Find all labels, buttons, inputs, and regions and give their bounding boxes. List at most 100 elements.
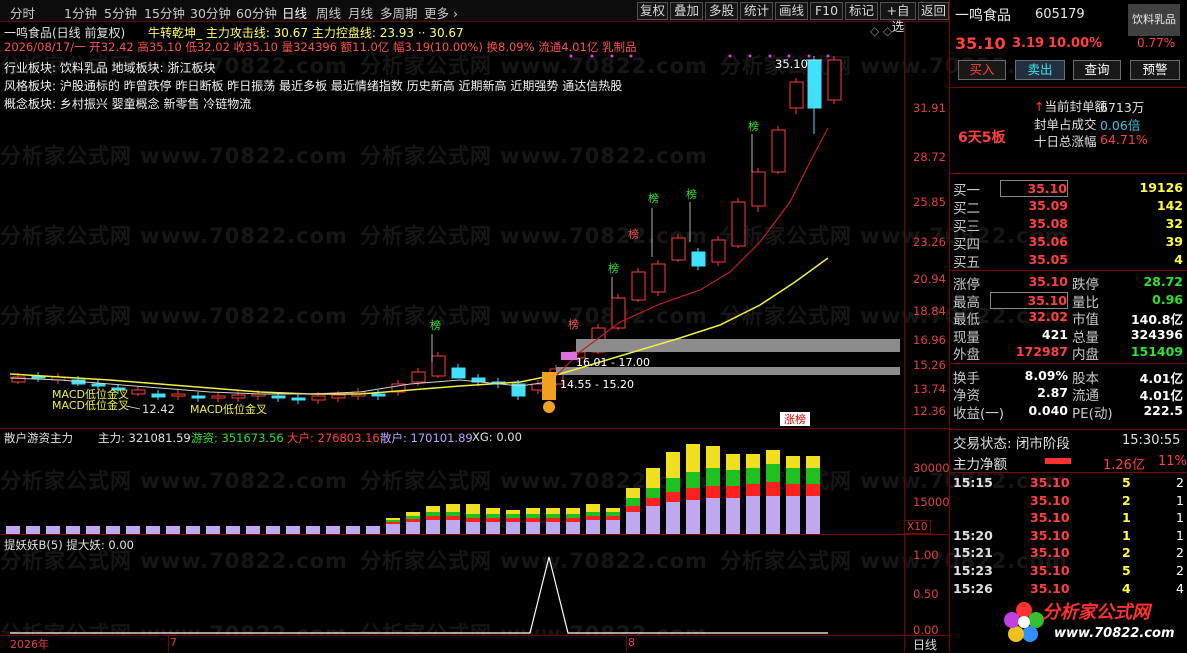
money-flow-bar xyxy=(406,519,420,522)
overlay-button[interactable]: 叠加 xyxy=(670,2,703,20)
period-tab[interactable]: 月线 xyxy=(348,3,373,22)
money-flow-bar xyxy=(26,526,40,534)
tyy-y-tick: 0.50 xyxy=(913,587,939,601)
money-flow-bar xyxy=(626,488,640,498)
candle-body xyxy=(411,371,426,383)
bid-price[interactable]: 35.06 xyxy=(1000,234,1068,249)
fuquan-button[interactable]: 复权 xyxy=(637,2,668,20)
period-tab[interactable]: 周线 xyxy=(316,3,341,22)
tick-volume: 2 xyxy=(1122,492,1131,508)
money-flow-bar xyxy=(366,526,380,534)
y-tick: 31.91 xyxy=(913,101,946,115)
candle-body xyxy=(291,397,306,401)
y-tick: 25.85 xyxy=(913,195,946,209)
buy-button[interactable]: 买入 xyxy=(958,60,1006,80)
flower-logo-icon xyxy=(1004,602,1044,642)
breakout-badge-icon xyxy=(543,401,555,413)
sell-button[interactable]: 卖出 xyxy=(1015,60,1065,80)
tick-volume: 1 xyxy=(1122,527,1131,543)
quote-label: PE(动) xyxy=(1072,405,1113,422)
period-tab[interactable]: 60分钟 xyxy=(236,3,277,22)
candle-body xyxy=(151,393,166,398)
period-tab-active[interactable]: 日线 xyxy=(282,3,307,22)
money-flow-bar xyxy=(246,526,260,534)
candle-body xyxy=(311,395,326,401)
money-flow-bar xyxy=(726,470,740,486)
mark-button[interactable]: 标记 xyxy=(845,2,878,20)
candle-body xyxy=(371,393,386,397)
quote-value: 4.01亿 xyxy=(1139,370,1183,386)
band-label-lower: 14.55 - 15.20 xyxy=(560,378,634,391)
period-toolbar: 分时 1分钟 5分钟 15分钟 30分钟 60分钟 日线 周线 月线 多周期 更… xyxy=(0,0,950,34)
bid-price[interactable]: 35.08 xyxy=(1000,216,1068,231)
tick-volume: 5 xyxy=(1122,563,1131,578)
candle-body xyxy=(451,367,466,379)
money-flow-bar xyxy=(466,522,480,534)
x-label: 7 xyxy=(170,636,177,649)
quote-value: 35.10 xyxy=(1028,274,1068,289)
back-button[interactable]: 返回 xyxy=(918,2,949,20)
money-flow-bar xyxy=(526,508,540,514)
candle-body xyxy=(671,237,686,261)
period-tab[interactable]: 多周期 xyxy=(380,3,418,22)
tick-volume: 5 xyxy=(1122,475,1131,490)
tick-count: 1 xyxy=(1176,527,1184,543)
money-flow-bar xyxy=(306,526,320,534)
money-flow-bar xyxy=(626,512,640,534)
period-tab[interactable]: 30分钟 xyxy=(190,3,231,22)
money-flow-bar xyxy=(466,518,480,522)
kline-chart[interactable]: 榜 榜 榜 榜 榜 榜 榜 35.10 12.42 16.01 - 17.00 … xyxy=(0,22,904,428)
multi-stock-button[interactable]: 多股 xyxy=(705,2,738,20)
quote-value: 8.09% xyxy=(1024,367,1068,383)
money-flow-bar xyxy=(586,520,600,534)
tick-time: 15:15 xyxy=(953,475,993,490)
quote-value: 0.96 xyxy=(1152,291,1183,307)
money-flow-bar xyxy=(726,454,740,470)
tick-price: 35.10 xyxy=(1030,510,1070,526)
money-flow-bar xyxy=(806,484,820,496)
last-price: 35.10 xyxy=(955,34,1006,53)
add-watchlist-button[interactable]: +自选 xyxy=(880,2,916,34)
bid-price[interactable]: 35.10 xyxy=(1000,180,1068,197)
alert-button[interactable]: 预警 xyxy=(1130,60,1180,80)
sector-tag[interactable]: 饮料乳品 xyxy=(1128,4,1180,36)
period-indicator[interactable]: 日线 xyxy=(913,636,937,653)
candle-body xyxy=(231,394,246,399)
money-flow-bar xyxy=(406,512,420,516)
tick-volume: 1 xyxy=(1122,510,1131,526)
period-tab[interactable]: 1分钟 xyxy=(64,3,97,22)
money-flow-bar xyxy=(266,526,280,534)
draw-button[interactable]: 画线 xyxy=(775,2,808,20)
bid-price[interactable]: 35.09 xyxy=(1000,198,1068,213)
y-tick: 16.96 xyxy=(913,333,946,347)
candle-body xyxy=(731,201,746,247)
more-tab[interactable]: 更多 › xyxy=(424,3,458,22)
macd-label: MACD低位金叉 xyxy=(190,402,267,416)
money-flow-bar xyxy=(446,520,460,534)
tick-price: 35.10 xyxy=(1030,475,1070,490)
tick-time: 15:20 xyxy=(953,527,993,543)
tiyao-chart xyxy=(10,556,828,634)
f10-button[interactable]: F10 xyxy=(810,2,843,20)
bid-volume: 19126 xyxy=(1139,180,1184,195)
money-flow-bar xyxy=(486,522,500,534)
bid-price[interactable]: 35.05 xyxy=(1000,252,1068,267)
stats-button[interactable]: 统计 xyxy=(740,2,773,20)
bang-markers: 榜 榜 榜 榜 榜 榜 榜 xyxy=(430,119,759,332)
y-tick: 12.36 xyxy=(913,404,946,418)
period-tab[interactable]: 5分钟 xyxy=(104,3,137,22)
money-flow-bar xyxy=(746,454,760,468)
tick-price: 35.10 xyxy=(1030,545,1070,561)
money-flow-bar xyxy=(646,506,660,534)
tick-count: 1 xyxy=(1176,492,1184,508)
money-flow-bar xyxy=(566,522,580,534)
money-flow-bar xyxy=(806,456,820,468)
quote-value: 140.8亿 xyxy=(1130,312,1183,327)
bang-marker: 榜 xyxy=(748,119,759,133)
query-button[interactable]: 查询 xyxy=(1073,60,1121,80)
bid-volume: 32 xyxy=(1165,216,1183,231)
period-tab[interactable]: 分时 xyxy=(10,3,35,22)
period-tab[interactable]: 15分钟 xyxy=(144,3,185,22)
bang-marker: 榜 xyxy=(608,261,619,275)
bang-marker: 榜 xyxy=(568,317,579,331)
